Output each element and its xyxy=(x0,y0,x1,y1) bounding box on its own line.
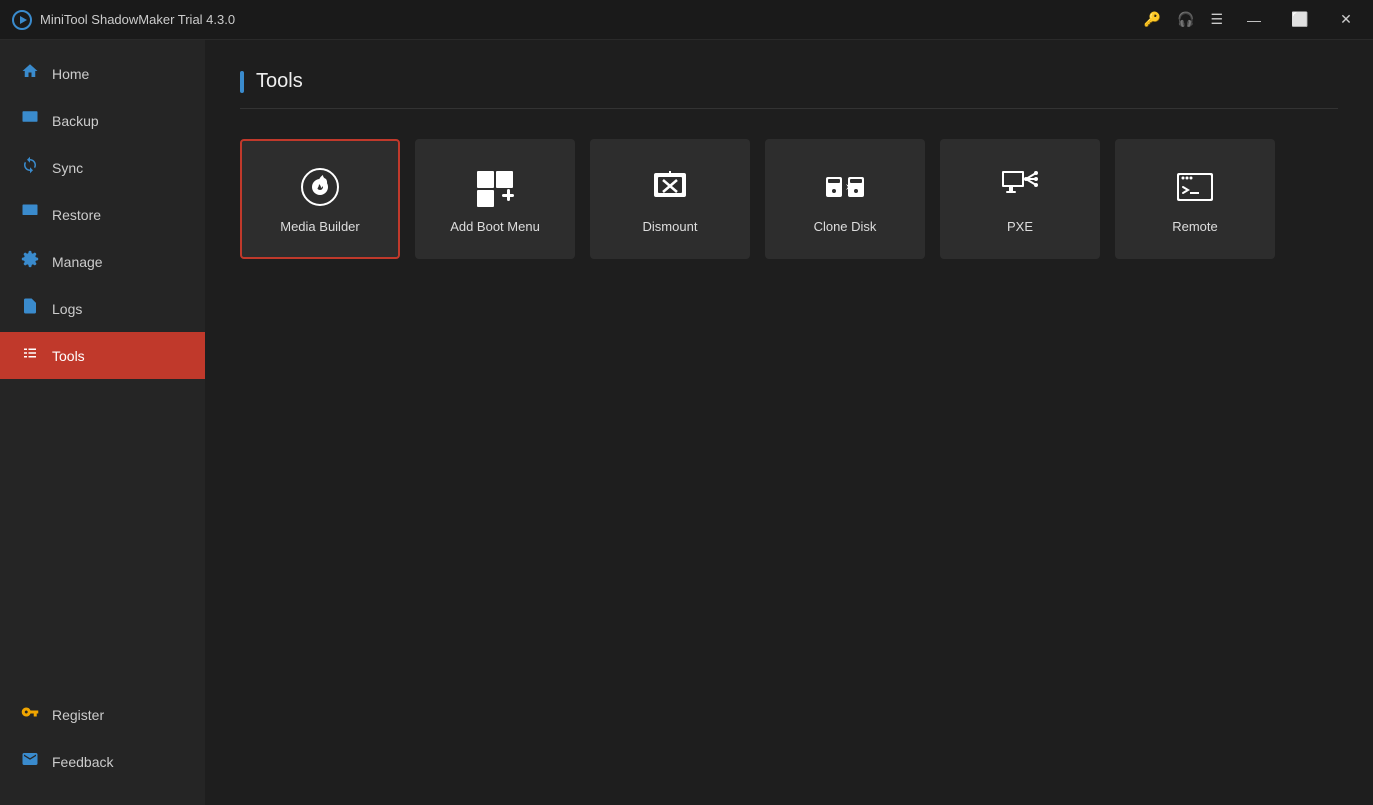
tool-card-remote[interactable]: Remote xyxy=(1115,139,1275,259)
titlebar: MiniTool ShadowMaker Trial 4.3.0 🔑 🎧 ☰ —… xyxy=(0,0,1373,40)
page-title: Tools xyxy=(256,70,303,93)
clone-disk-icon xyxy=(823,165,867,209)
dismount-label: Dismount xyxy=(643,219,698,234)
dismount-icon xyxy=(648,165,692,209)
clone-disk-label: Clone Disk xyxy=(814,219,877,234)
key-icon[interactable]: 🔑 xyxy=(1144,11,1161,28)
pxe-label: PXE xyxy=(1007,219,1033,234)
menu-icon[interactable]: ☰ xyxy=(1210,11,1223,28)
restore-button[interactable]: ⬜ xyxy=(1285,5,1315,35)
tool-card-clone-disk[interactable]: Clone Disk xyxy=(765,139,925,259)
sync-icon xyxy=(20,156,40,179)
sidebar: Home Backup Sync Restore Manage xyxy=(0,40,205,805)
tool-card-media-builder[interactable]: Media Builder xyxy=(240,139,400,259)
header-accent-bar xyxy=(240,71,244,93)
manage-icon xyxy=(20,250,40,273)
sidebar-bottom: Register Feedback xyxy=(0,691,205,805)
backup-icon xyxy=(20,109,40,132)
sidebar-label-backup: Backup xyxy=(52,113,99,129)
sidebar-item-sync[interactable]: Sync xyxy=(0,144,205,191)
logs-icon xyxy=(20,297,40,320)
tool-card-add-boot-menu[interactable]: Add Boot Menu xyxy=(415,139,575,259)
home-icon xyxy=(20,62,40,85)
media-builder-icon xyxy=(298,165,342,209)
sidebar-item-feedback[interactable]: Feedback xyxy=(0,738,205,785)
minimize-button[interactable]: — xyxy=(1239,5,1269,35)
tool-card-pxe[interactable]: PXE xyxy=(940,139,1100,259)
sidebar-label-tools: Tools xyxy=(52,348,85,364)
app-logo xyxy=(12,10,32,30)
remote-label: Remote xyxy=(1172,219,1218,234)
sidebar-label-logs: Logs xyxy=(52,301,82,317)
tool-card-dismount[interactable]: Dismount xyxy=(590,139,750,259)
restore-icon xyxy=(20,203,40,226)
sidebar-label-manage: Manage xyxy=(52,254,103,270)
page-header: Tools xyxy=(240,70,1338,109)
sidebar-item-logs[interactable]: Logs xyxy=(0,285,205,332)
sidebar-item-register[interactable]: Register xyxy=(0,691,205,738)
app-title: MiniTool ShadowMaker Trial 4.3.0 xyxy=(40,12,235,27)
add-boot-menu-label: Add Boot Menu xyxy=(450,219,540,234)
media-builder-label: Media Builder xyxy=(280,219,360,234)
titlebar-controls: 🔑 🎧 ☰ — ⬜ ✕ xyxy=(1144,5,1361,35)
content-area: Tools Media Builder xyxy=(205,40,1373,805)
sidebar-item-home[interactable]: Home xyxy=(0,50,205,97)
main-layout: Home Backup Sync Restore Manage xyxy=(0,40,1373,805)
tools-grid: Media Builder Add Boot Menu xyxy=(240,139,1338,259)
sidebar-label-home: Home xyxy=(52,66,89,82)
register-icon xyxy=(20,703,40,726)
close-button[interactable]: ✕ xyxy=(1331,5,1361,35)
add-boot-menu-icon xyxy=(473,165,517,209)
sidebar-label-feedback: Feedback xyxy=(52,754,113,770)
sidebar-label-sync: Sync xyxy=(52,160,83,176)
remote-icon xyxy=(1173,165,1217,209)
sidebar-item-backup[interactable]: Backup xyxy=(0,97,205,144)
sidebar-label-register: Register xyxy=(52,707,104,723)
feedback-icon xyxy=(20,750,40,773)
tools-icon xyxy=(20,344,40,367)
sidebar-item-manage[interactable]: Manage xyxy=(0,238,205,285)
sidebar-item-restore[interactable]: Restore xyxy=(0,191,205,238)
sidebar-label-restore: Restore xyxy=(52,207,101,223)
pxe-icon xyxy=(998,165,1042,209)
headphones-icon[interactable]: 🎧 xyxy=(1177,11,1194,28)
sidebar-item-tools[interactable]: Tools xyxy=(0,332,205,379)
titlebar-left: MiniTool ShadowMaker Trial 4.3.0 xyxy=(12,10,235,30)
